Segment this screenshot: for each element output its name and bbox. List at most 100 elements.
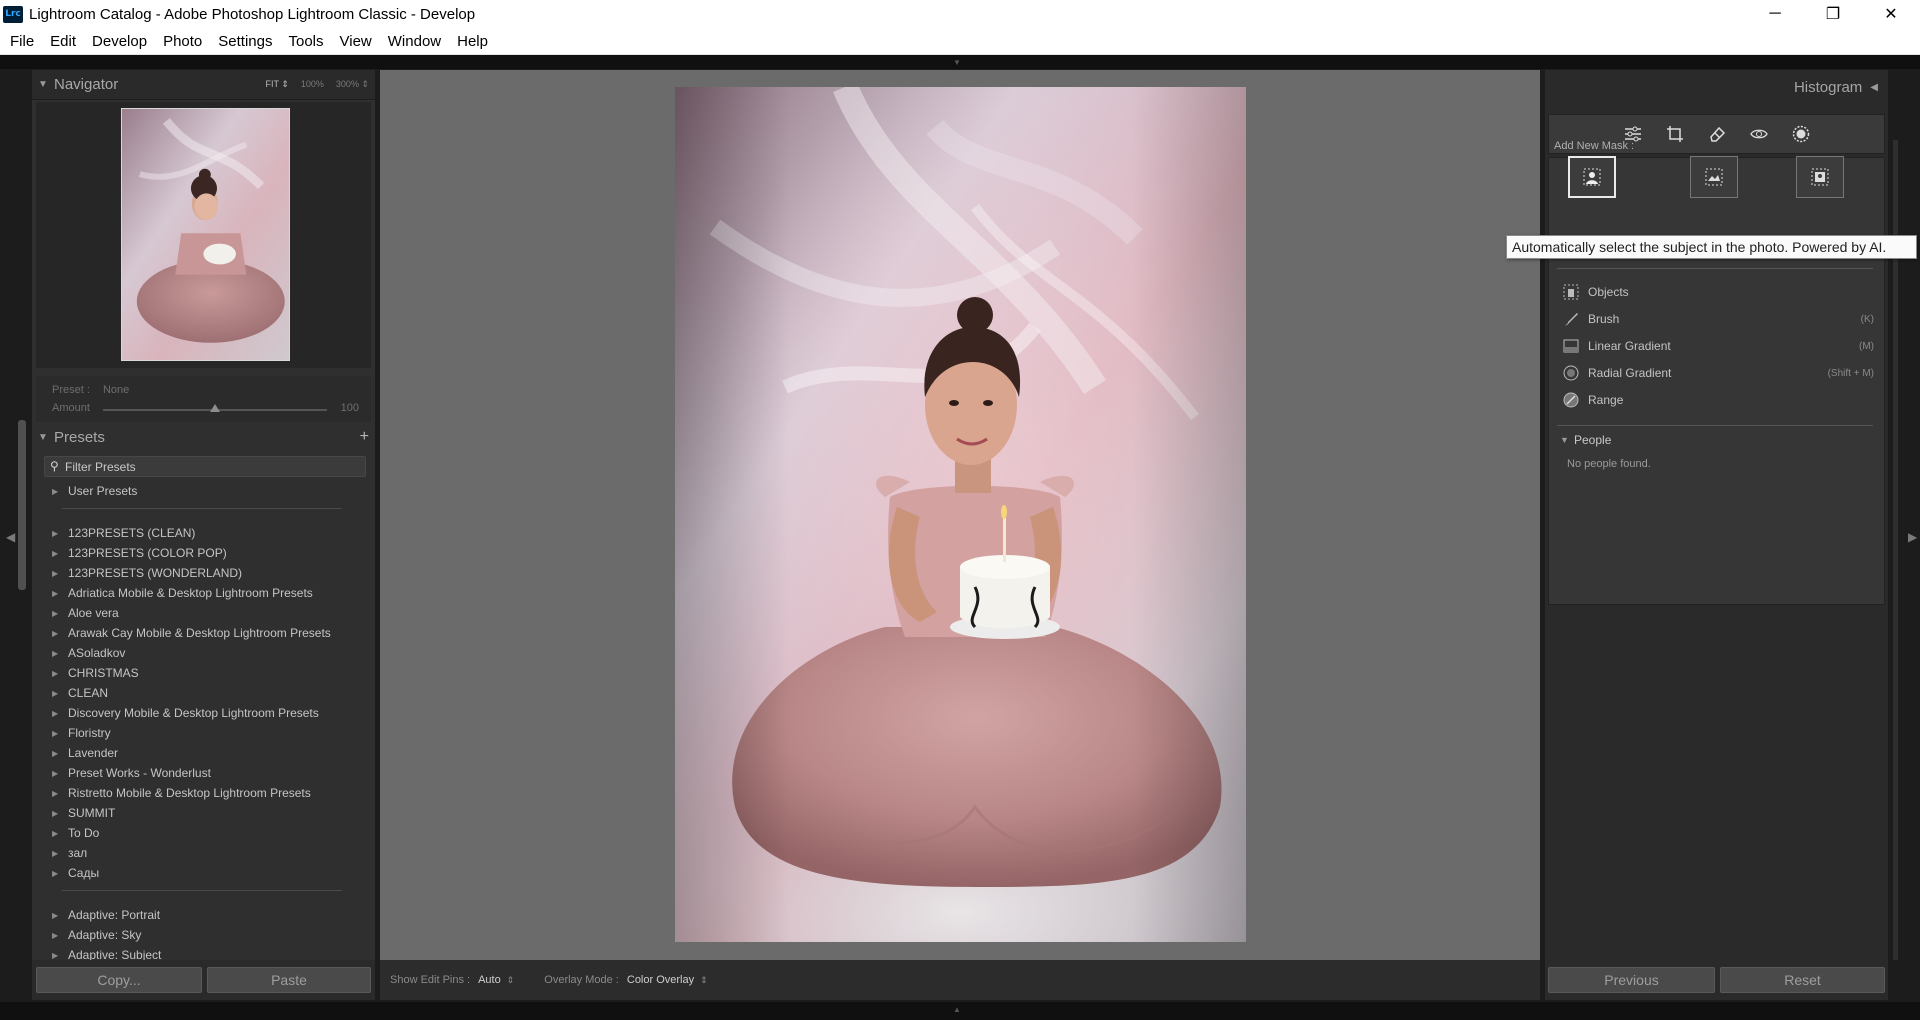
previous-button[interactable]: Previous [1548, 967, 1715, 993]
menu-settings[interactable]: Settings [210, 33, 280, 50]
expand-triangle-icon: ▶ [52, 628, 59, 638]
radial-gradient-tool[interactable]: Radial Gradient (Shift + M) [1562, 363, 1874, 383]
preset-folder[interactable]: ▶ Floristry [52, 724, 111, 742]
preset-folder[interactable]: ▶ Lavender [52, 744, 118, 762]
menu-develop[interactable]: Develop [84, 33, 155, 50]
zoom-100-option[interactable]: 100% [301, 79, 324, 90]
filter-presets-input[interactable]: ⚲ Filter Presets [44, 456, 366, 477]
preset-folder[interactable]: ▶ Arawak Cay Mobile & Desktop Lightroom P… [52, 624, 331, 642]
search-icon: ⚲ [50, 459, 59, 473]
range-tool[interactable]: Range [1562, 390, 1874, 410]
preset-folder-label: Lavender [68, 746, 119, 760]
navigator-header[interactable]: ▼ Navigator FIT ⇕ 100% 300% ⇕ [32, 70, 375, 100]
left-bottom-bar: Copy... Paste [32, 960, 375, 1000]
select-sky-button[interactable] [1690, 156, 1738, 198]
preset-folder[interactable]: ▶ 123PRESETS (CLEAN) [52, 524, 195, 542]
show-edit-pins-dropdown[interactable]: Auto [478, 974, 501, 986]
menu-tools[interactable]: Tools [280, 33, 331, 50]
preset-folder[interactable]: ▶ Preset Works - Wonderlust [52, 764, 211, 782]
preset-folder[interactable]: ▶ User Presets [52, 482, 137, 500]
minimize-button[interactable]: ─ [1746, 0, 1804, 28]
right-panel-scrollbar[interactable] [1893, 140, 1898, 960]
preset-folder[interactable]: ▶ CLEAN [52, 684, 108, 702]
menu-window[interactable]: Window [380, 33, 449, 50]
preset-folder-label: 123PRESETS (CLEAN) [68, 526, 196, 540]
chevron-down-icon: ▼ [953, 58, 961, 67]
presets-title: Presets [54, 428, 105, 446]
expand-triangle-icon: ▶ [52, 808, 59, 818]
filmstrip-toggle[interactable]: ▲ [0, 1002, 1920, 1020]
linear-gradient-tool[interactable]: Linear Gradient (M) [1562, 336, 1874, 356]
menu-photo[interactable]: Photo [155, 33, 210, 50]
right-panel-toggle-icon[interactable]: ▶ [1908, 530, 1917, 544]
menu-help[interactable]: Help [449, 33, 496, 50]
red-eye-icon[interactable] [1749, 124, 1769, 144]
amount-slider-handle[interactable] [210, 404, 220, 412]
select-subject-button[interactable] [1568, 156, 1616, 198]
zoom-300-option[interactable]: 300% ⇕ [336, 79, 369, 90]
reset-button[interactable]: Reset [1720, 967, 1885, 993]
left-panel-scrollbar[interactable] [18, 420, 26, 590]
restore-button[interactable]: ❐ [1804, 0, 1862, 28]
menu-view[interactable]: View [332, 33, 380, 50]
expand-triangle-icon: ▶ [52, 608, 59, 618]
lightroom-window: Lrc Lightroom Catalog - Adobe Photoshop … [0, 0, 1920, 1020]
preset-folder[interactable]: ▶ To Do [52, 824, 99, 842]
main-photo[interactable] [675, 87, 1246, 942]
copy-settings-button[interactable]: Copy... [36, 967, 202, 993]
left-panel-toggle-icon[interactable]: ◀ [6, 530, 15, 544]
navigator-zoom-options: FIT ⇕ 100% 300% ⇕ [266, 79, 370, 90]
select-background-button[interactable] [1796, 156, 1844, 198]
preset-folder-label: Сады [68, 866, 100, 880]
preset-folder-label: Arawak Cay Mobile & Desktop Lightroom Pr… [68, 626, 331, 640]
add-preset-icon[interactable]: + [360, 428, 369, 446]
preset-folder[interactable]: ▶ Aloe vera [52, 604, 119, 622]
zoom-fit-option[interactable]: FIT ⇕ [266, 79, 289, 90]
preset-folder-label: To Do [68, 826, 100, 840]
preset-label: Preset : [52, 384, 90, 396]
brush-icon [1562, 311, 1580, 327]
preset-folder[interactable]: ▶ Сады [52, 864, 99, 882]
range-icon [1562, 392, 1580, 408]
objects-icon [1562, 284, 1580, 300]
top-panel-toggle[interactable]: ▼ [0, 55, 1920, 69]
preset-folder-label: Discovery Mobile & Desktop Lightroom Pre… [68, 706, 319, 720]
navigator-thumbnail[interactable] [121, 108, 290, 361]
preset-folder[interactable]: ▶ Adriatica Mobile & Desktop Lightroom Pr… [52, 584, 313, 602]
masking-icon[interactable] [1791, 124, 1811, 144]
objects-tool[interactable]: Objects [1562, 282, 1874, 302]
menu-edit[interactable]: Edit [42, 33, 84, 50]
healing-eraser-icon[interactable] [1707, 124, 1727, 144]
histogram-header[interactable]: Histogram ◀ [1545, 70, 1888, 104]
navigator-preview-area [36, 102, 371, 368]
filter-presets-placeholder: Filter Presets [65, 459, 136, 474]
people-header[interactable]: ▼ People [1560, 433, 1611, 447]
preset-folder[interactable]: ▶ Ristretto Mobile & Desktop Lightroom Pr… [52, 784, 311, 802]
left-panel: ▼ Navigator FIT ⇕ 100% 300% ⇕ Preset: N… [32, 70, 375, 962]
preset-folder[interactable]: ▶ Adaptive: Sky [52, 926, 141, 944]
preset-folder[interactable]: ▶ Discovery Mobile & Desktop Lightroom Pr… [52, 704, 319, 722]
crop-icon[interactable] [1665, 124, 1685, 144]
expand-triangle-icon: ▶ [52, 768, 59, 778]
preset-folder[interactable]: ▶ 123PRESETS (WONDERLAND) [52, 564, 242, 582]
preset-folder-label: 123PRESETS (WONDERLAND) [68, 566, 243, 580]
expand-triangle-icon: ▶ [52, 588, 59, 598]
preset-folder[interactable]: ▶ ASoladkov [52, 644, 125, 662]
expand-triangle-icon: ▶ [52, 868, 59, 878]
expand-triangle-icon: ▶ [52, 910, 59, 920]
overlay-mode-dropdown[interactable]: Color Overlay [627, 974, 694, 986]
preset-folder[interactable]: ▶ Adaptive: Portrait [52, 906, 160, 924]
collapse-triangle-icon: ▼ [1560, 435, 1569, 445]
menu-file[interactable]: File [2, 33, 42, 50]
paste-settings-button[interactable]: Paste [207, 967, 371, 993]
histogram-title: Histogram [1793, 78, 1863, 96]
preset-folder[interactable]: ▶ SUMMIT [52, 804, 115, 822]
close-button[interactable]: ✕ [1862, 0, 1920, 28]
presets-header[interactable]: ▼ Presets + [32, 422, 375, 452]
preset-folder[interactable]: ▶ зал [52, 844, 87, 862]
preset-folder[interactable]: ▶ 123PRESETS (COLOR POP) [52, 544, 227, 562]
brush-tool[interactable]: Brush (K) [1562, 309, 1874, 329]
preset-folder-label: Adriatica Mobile & Desktop Lightroom Pre… [68, 586, 313, 600]
preset-folder-label: зал [68, 846, 88, 860]
preset-folder[interactable]: ▶ CHRISTMAS [52, 664, 139, 682]
